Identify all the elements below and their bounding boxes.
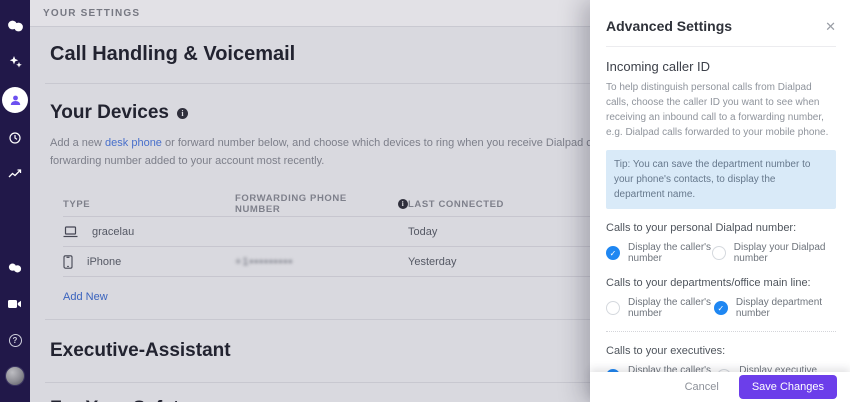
device-name: iPhone [87, 255, 122, 268]
radio-option[interactable]: ✓ Display the caller's number [606, 297, 714, 319]
drawer-title: Advanced Settings [606, 18, 733, 34]
radio-option[interactable]: ✓ Display the caller's number [606, 242, 712, 264]
dialpad-logo-icon[interactable] [4, 15, 26, 37]
radio-option[interactable]: ✓ Display department number [713, 297, 836, 319]
close-icon[interactable]: ✕ [825, 20, 836, 33]
your-devices-heading: Your Devices [50, 102, 169, 123]
advanced-settings-drawer: Advanced Settings ✕ Incoming caller ID T… [590, 0, 850, 402]
save-changes-button[interactable]: Save Changes [738, 375, 837, 399]
radio-icon[interactable]: ✓ [711, 246, 726, 260]
help-icon[interactable]: ? [4, 329, 26, 351]
mobile-phone-icon [63, 255, 73, 269]
cancel-button[interactable]: Cancel [673, 376, 731, 398]
incoming-caller-id-description: To help distinguish personal calls from … [606, 82, 829, 138]
history-icon[interactable] [4, 127, 26, 149]
info-icon[interactable]: i [398, 199, 408, 210]
radio-icon[interactable]: ✓ [713, 301, 728, 315]
col-header-forwarding: FORWARDING PHONE NUMBER [235, 193, 347, 216]
user-avatar[interactable] [4, 365, 26, 387]
dialpad-logo-small-icon[interactable] [4, 257, 26, 279]
device-name: gracelau [92, 225, 135, 238]
analytics-icon[interactable] [4, 163, 26, 185]
video-meetings-icon[interactable] [4, 293, 26, 315]
radio-group-label: Calls to your executives: [606, 345, 726, 357]
breadcrumb: YOUR SETTINGS [43, 7, 141, 19]
radio-group-label: Calls to your personal Dialpad number: [606, 222, 797, 234]
desk-phone-link[interactable]: desk phone [105, 137, 162, 149]
info-icon[interactable]: i [176, 107, 188, 119]
tip-box: Tip: You can save the department number … [606, 150, 836, 209]
col-header-type: TYPE [63, 198, 91, 210]
incoming-caller-id-heading: Incoming caller ID [606, 59, 711, 74]
profile-settings-icon[interactable] [2, 87, 28, 113]
radio-group-departments: Calls to your departments/office main li… [606, 277, 836, 319]
drawer-footer: Cancel Save Changes [590, 372, 850, 402]
app-sidebar: ? [0, 0, 30, 402]
laptop-icon [63, 226, 78, 238]
ai-sparkles-icon[interactable] [4, 51, 26, 73]
radio-option[interactable]: ✓ Display your Dialpad number [711, 242, 836, 264]
radio-icon[interactable]: ✓ [606, 301, 620, 315]
radio-group-personal-number: Calls to your personal Dialpad number: ✓… [606, 222, 836, 264]
radio-icon[interactable]: ✓ [606, 246, 620, 260]
forwarding-number: +1••••••••• [235, 255, 294, 268]
radio-group-label: Calls to your departments/office main li… [606, 277, 811, 289]
divider [606, 331, 836, 332]
add-new-link[interactable]: Add New [63, 291, 108, 303]
